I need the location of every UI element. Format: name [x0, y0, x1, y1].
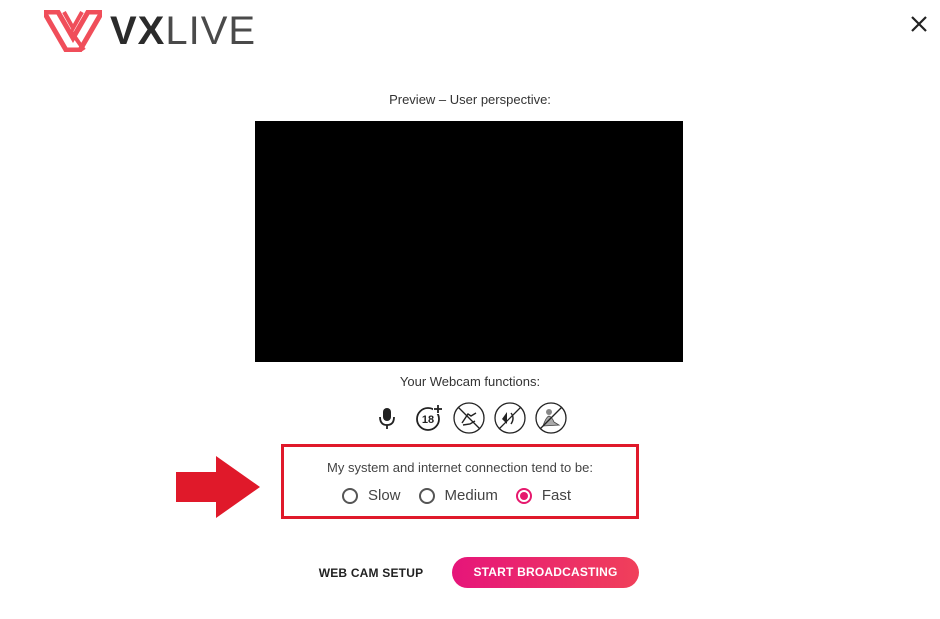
- radio-option-medium[interactable]: Medium: [418, 487, 498, 504]
- preview-label: Preview – User perspective:: [389, 92, 551, 107]
- red-arrow-icon: [176, 456, 260, 518]
- logo-bold-text: VX: [110, 9, 166, 53]
- webcam-functions-label: Your Webcam functions:: [399, 374, 541, 389]
- webcam-functions-row: 18: [370, 400, 575, 436]
- connection-speed-options: Slow Medium Fast: [342, 487, 589, 504]
- logo-light-text: LIVE: [165, 9, 257, 53]
- connection-speed-box: My system and internet connection tend t…: [281, 444, 639, 519]
- radio-label-fast: Fast: [541, 487, 572, 504]
- webcam-preview: [255, 121, 683, 362]
- no-outdoor-icon[interactable]: [534, 401, 568, 435]
- start-broadcasting-button[interactable]: START BROADCASTING: [452, 557, 639, 588]
- vx-logo-mark-icon: [44, 10, 102, 52]
- connection-speed-label: My system and internet connection tend t…: [327, 460, 593, 475]
- svg-text:18: 18: [422, 414, 434, 426]
- no-anal-icon[interactable]: [493, 401, 527, 435]
- radio-button-medium[interactable]: [418, 487, 435, 504]
- microphone-icon[interactable]: [370, 401, 404, 435]
- no-feet-icon[interactable]: [452, 401, 486, 435]
- radio-label-slow: Slow: [368, 487, 401, 504]
- age-18-plus-icon[interactable]: 18: [411, 401, 445, 435]
- close-button[interactable]: [908, 13, 930, 35]
- close-icon: [911, 16, 927, 32]
- vxlive-logo: VXLIVE: [44, 10, 256, 52]
- logo-wordmark: VXLIVE: [110, 10, 256, 52]
- radio-label-medium: Medium: [444, 487, 498, 504]
- radio-option-fast[interactable]: Fast: [515, 487, 572, 504]
- radio-option-slow[interactable]: Slow: [342, 487, 401, 504]
- radio-button-slow[interactable]: [342, 487, 358, 504]
- radio-selected-dot: [519, 491, 528, 500]
- web-cam-setup-button[interactable]: WEB CAM SETUP: [306, 560, 436, 586]
- radio-button-fast[interactable]: [515, 487, 532, 504]
